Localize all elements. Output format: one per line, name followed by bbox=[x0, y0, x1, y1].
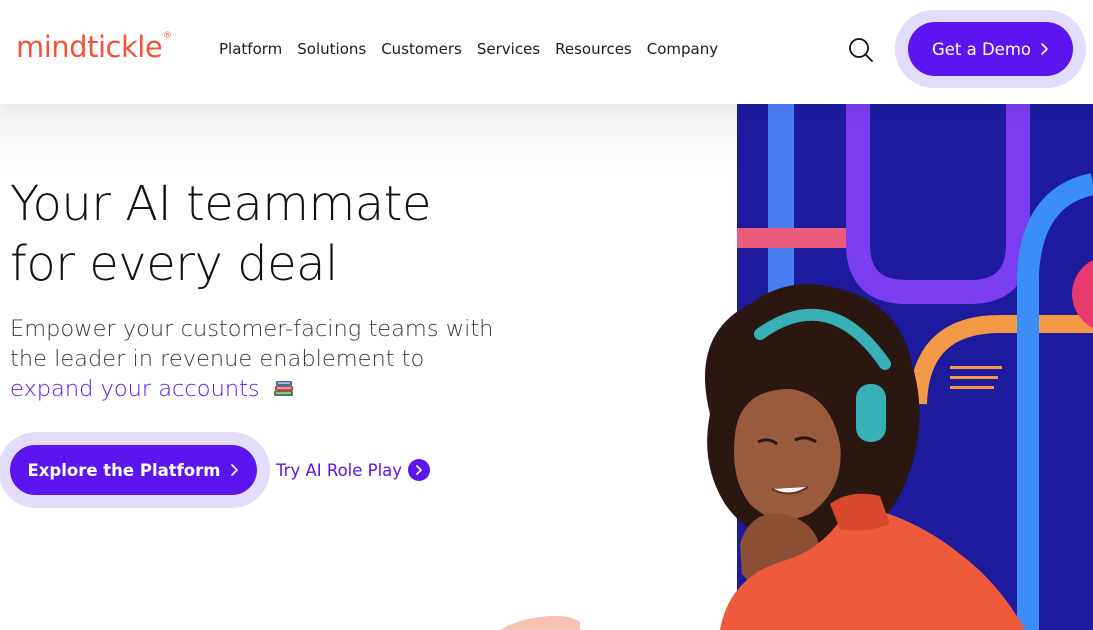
nav-item-services[interactable]: Services bbox=[477, 40, 540, 58]
nav-item-customers[interactable]: Customers bbox=[381, 40, 462, 58]
get-a-demo-button[interactable]: Get a Demo bbox=[908, 22, 1073, 76]
search-button[interactable] bbox=[846, 35, 876, 65]
explore-platform-button[interactable]: Explore the Platform bbox=[10, 445, 257, 495]
subtitle-line-2: the leader in revenue enablement to bbox=[10, 346, 425, 372]
demo-button-label: Get a Demo bbox=[931, 39, 1032, 59]
headline-line-1: Your AI teammate bbox=[10, 176, 432, 232]
expand-accounts-link[interactable]: expand your accounts bbox=[10, 376, 260, 402]
site-header: mindtickle® Platform Solutions Customers… bbox=[0, 0, 1093, 104]
hero-subtitle: Empower your customer-facing teams with … bbox=[10, 314, 610, 404]
registered-mark: ® bbox=[163, 31, 172, 42]
chevron-right-icon bbox=[231, 464, 239, 476]
books-emoji-icon bbox=[273, 381, 293, 396]
bottom-decoration bbox=[500, 615, 580, 630]
mindtickle-logo[interactable]: mindtickle® bbox=[16, 30, 172, 64]
headline-line-2: for every deal bbox=[10, 236, 338, 292]
chevron-right-icon bbox=[1041, 43, 1048, 55]
search-icon bbox=[849, 38, 873, 62]
roleplay-label: Try AI Role Play bbox=[276, 460, 403, 480]
nav-item-solutions[interactable]: Solutions bbox=[297, 40, 366, 58]
nav-item-company[interactable]: Company bbox=[647, 40, 718, 58]
nav-item-platform[interactable]: Platform bbox=[219, 40, 282, 58]
hero-top-fade bbox=[0, 104, 740, 174]
hero-illustration bbox=[705, 104, 1093, 630]
main-nav: Platform Solutions Customers Services Re… bbox=[219, 40, 718, 58]
try-ai-role-play-link[interactable]: Try AI Role Play bbox=[276, 459, 431, 481]
logo-text: mindtickle bbox=[16, 30, 163, 64]
subtitle-line-1: Empower your customer-facing teams with bbox=[10, 316, 494, 342]
circle-chevron-right-icon bbox=[408, 459, 431, 481]
explore-button-label: Explore the Platform bbox=[27, 460, 221, 480]
hero-headline: Your AI teammate for every deal bbox=[10, 174, 432, 294]
nav-item-resources[interactable]: Resources bbox=[555, 40, 632, 58]
subtitle-line-3: expand your accounts bbox=[10, 374, 610, 404]
